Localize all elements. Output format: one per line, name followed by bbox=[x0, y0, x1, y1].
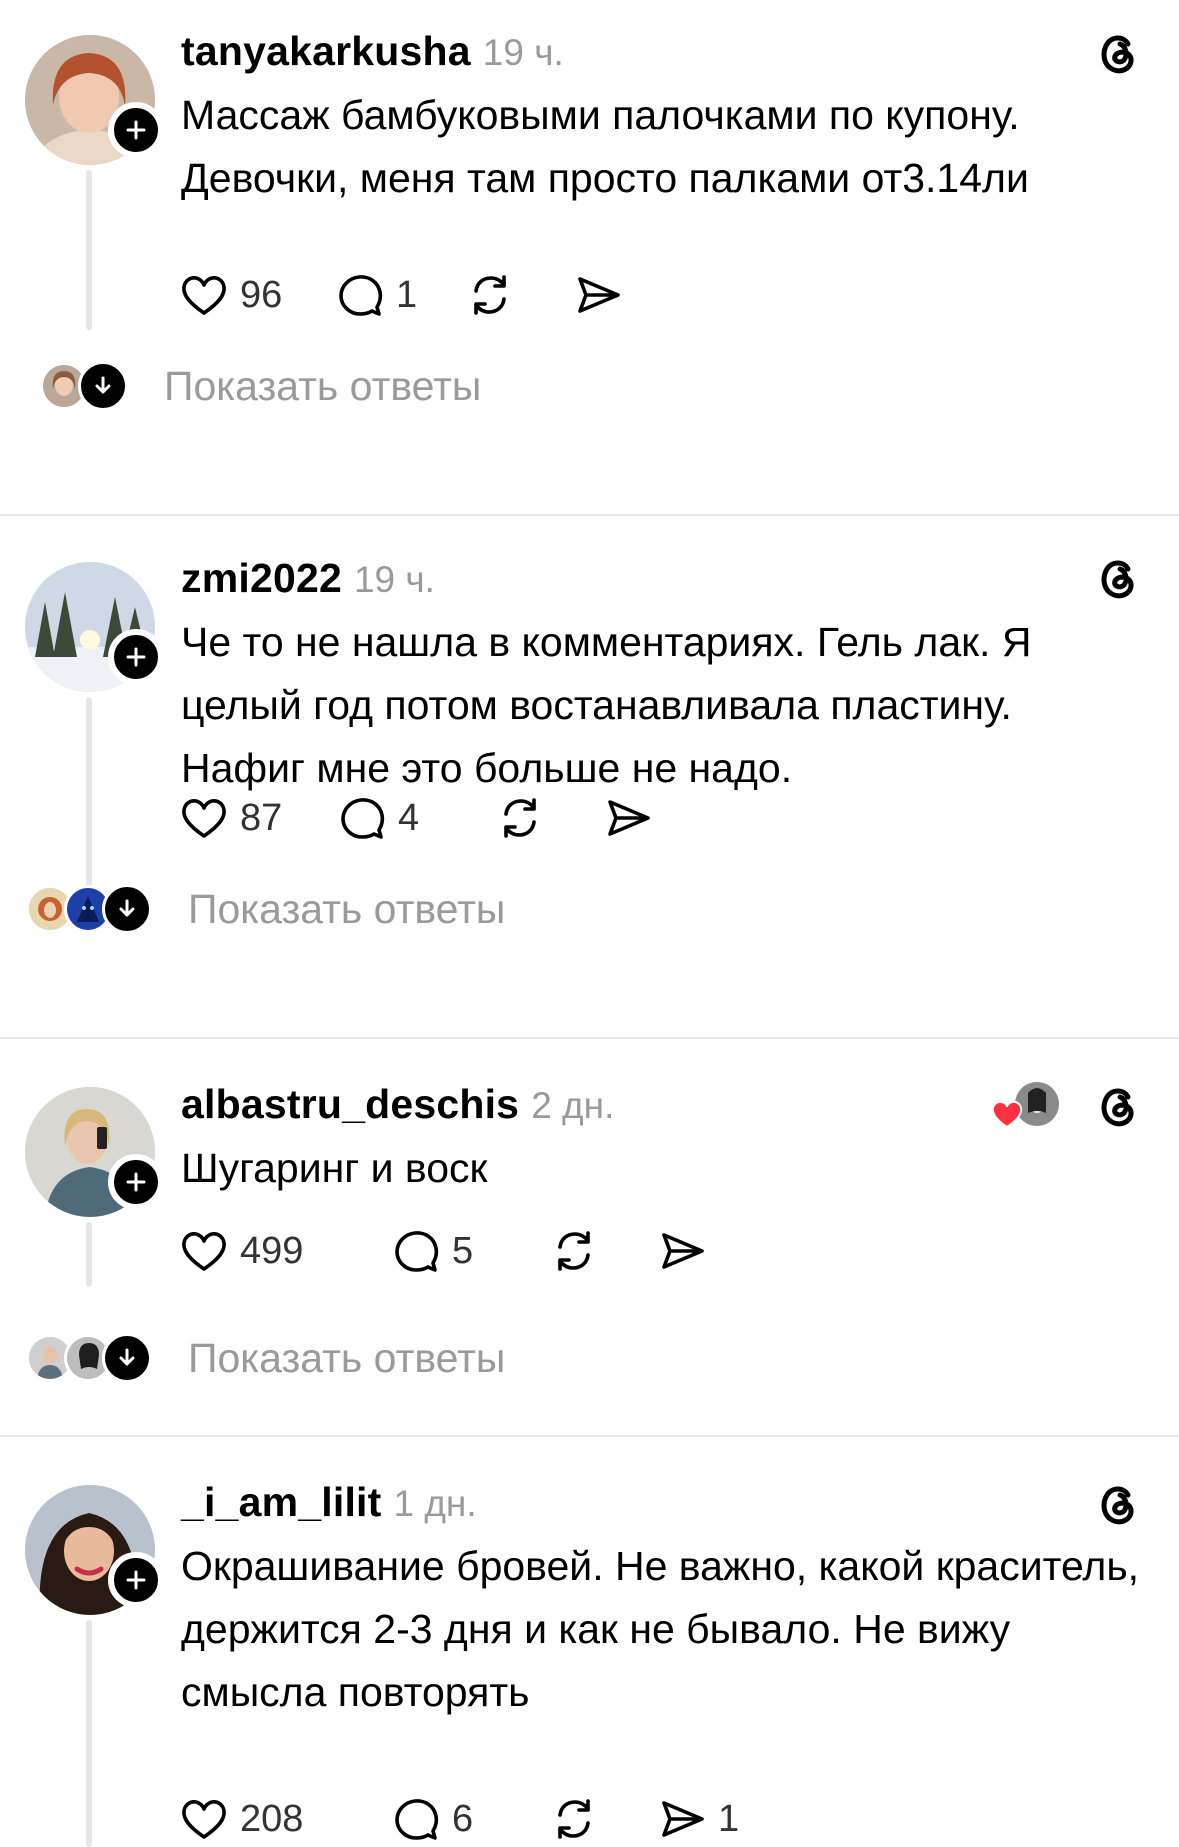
repost-icon bbox=[558, 1799, 590, 1839]
comment-count: 1 bbox=[396, 273, 418, 316]
divider bbox=[0, 1037, 1179, 1039]
follow-button[interactable] bbox=[108, 102, 164, 158]
show-replies-button[interactable]: Показать ответы bbox=[40, 358, 481, 414]
thread-line bbox=[86, 1620, 92, 1847]
heart-icon bbox=[182, 276, 226, 315]
timestamp: 1 дн. bbox=[393, 1483, 477, 1524]
plus-icon bbox=[126, 1172, 146, 1192]
like-button[interactable]: 96 bbox=[178, 267, 334, 323]
heart-icon bbox=[182, 1800, 226, 1839]
action-bar: 499 5 bbox=[178, 1223, 708, 1279]
comment-post: zmi2022 19 ч. Че то не нашла в комментар… bbox=[0, 522, 1179, 1035]
share-button[interactable] bbox=[572, 267, 624, 323]
plus-icon bbox=[126, 120, 146, 140]
show-replies-label: Показать ответы bbox=[188, 885, 506, 932]
post-header: zmi2022 19 ч. bbox=[181, 555, 435, 603]
comment-count: 4 bbox=[398, 796, 420, 839]
action-bar: 87 4 bbox=[178, 790, 654, 846]
follow-button[interactable] bbox=[108, 1154, 164, 1210]
follow-button[interactable] bbox=[108, 1552, 164, 1608]
plus-icon bbox=[126, 647, 146, 667]
repost-button[interactable] bbox=[548, 1223, 656, 1279]
arrow-down-icon bbox=[119, 899, 135, 917]
send-icon bbox=[578, 277, 620, 313]
plus-icon bbox=[126, 1570, 146, 1590]
divider bbox=[0, 514, 1179, 516]
threads-logo-icon[interactable] bbox=[1090, 24, 1146, 80]
like-count: 96 bbox=[240, 273, 283, 316]
comment-button[interactable]: 4 bbox=[336, 790, 494, 846]
like-button[interactable]: 87 bbox=[178, 790, 336, 846]
like-count: 208 bbox=[240, 1797, 304, 1840]
comment-text: Массаж бамбуковыми палочками по купону. … bbox=[181, 92, 1032, 201]
repost-icon bbox=[558, 1231, 590, 1271]
arrow-down-icon bbox=[119, 1348, 135, 1366]
thread-line bbox=[86, 170, 92, 330]
comment-post: tanyakarkusha 19 ч. Массаж бамбуковыми п… bbox=[0, 0, 1179, 437]
comment-bubble-icon bbox=[339, 275, 383, 316]
comment-count: 6 bbox=[452, 1797, 474, 1840]
comment-post: _i_am_lilit 1 дн. Окрашивание бровей. Не… bbox=[0, 1443, 1179, 1847]
send-icon bbox=[662, 1801, 704, 1837]
show-replies-button[interactable]: Показать ответы bbox=[26, 881, 505, 937]
follow-button[interactable] bbox=[108, 629, 164, 685]
like-count: 87 bbox=[240, 796, 283, 839]
comment-bubble-icon bbox=[395, 1231, 439, 1272]
timestamp: 19 ч. bbox=[353, 559, 435, 600]
action-bar: 96 1 bbox=[178, 267, 624, 323]
show-replies-label: Показать ответы bbox=[164, 362, 482, 409]
expand-replies-icon bbox=[78, 361, 128, 411]
username[interactable]: _i_am_lilit bbox=[181, 1479, 381, 1526]
post-header: tanyakarkusha 19 ч. bbox=[181, 28, 564, 76]
liked-by-author-indicator bbox=[991, 1079, 1062, 1135]
thread-line bbox=[86, 1222, 92, 1287]
username[interactable]: albastru_deschis bbox=[181, 1081, 519, 1128]
repost-button[interactable] bbox=[494, 790, 602, 846]
share-button[interactable] bbox=[602, 790, 654, 846]
share-count: 1 bbox=[718, 1797, 740, 1840]
like-count: 499 bbox=[240, 1229, 304, 1272]
comment-button[interactable]: 5 bbox=[390, 1223, 548, 1279]
threads-logo-icon[interactable] bbox=[1090, 1077, 1146, 1133]
post-header: albastru_deschis 2 дн. bbox=[181, 1081, 614, 1129]
heart-icon bbox=[182, 1232, 226, 1271]
expand-replies-icon bbox=[102, 1333, 152, 1383]
like-button[interactable]: 208 bbox=[178, 1791, 390, 1847]
arrow-down-icon bbox=[95, 376, 111, 394]
comment-text: Шугаринг и воск bbox=[181, 1145, 488, 1191]
comment-text: Че то не нашла в комментариях. Гель лак.… bbox=[181, 619, 1043, 791]
timestamp: 19 ч. bbox=[482, 32, 564, 73]
repost-icon bbox=[474, 275, 506, 315]
thread-line bbox=[86, 697, 92, 887]
comment-text: Окрашивание бровей. Не важно, какой крас… bbox=[181, 1543, 1151, 1715]
repost-icon bbox=[504, 798, 536, 838]
username[interactable]: zmi2022 bbox=[181, 555, 342, 602]
comment-button[interactable]: 6 bbox=[390, 1791, 548, 1847]
comment-bubble-icon bbox=[395, 1799, 439, 1840]
username[interactable]: tanyakarkusha bbox=[181, 28, 471, 75]
comment-post: albastru_deschis 2 дн. Шугаринг и воск 4… bbox=[0, 1045, 1179, 1435]
like-button[interactable]: 499 bbox=[178, 1223, 390, 1279]
post-header: _i_am_lilit 1 дн. bbox=[181, 1479, 477, 1527]
comment-bubble-icon bbox=[341, 798, 385, 839]
repost-button[interactable] bbox=[464, 267, 572, 323]
timestamp: 2 дн. bbox=[531, 1085, 615, 1126]
send-icon bbox=[608, 800, 650, 836]
threads-logo-icon[interactable] bbox=[1090, 1475, 1146, 1531]
threads-logo-icon[interactable] bbox=[1090, 549, 1146, 605]
comment-button[interactable]: 1 bbox=[334, 267, 464, 323]
share-button[interactable] bbox=[656, 1223, 708, 1279]
red-heart-icon bbox=[991, 1082, 1059, 1129]
divider bbox=[0, 1435, 1179, 1437]
show-replies-button[interactable]: Показать ответы bbox=[26, 1330, 505, 1386]
repost-button[interactable] bbox=[548, 1791, 656, 1847]
show-replies-label: Показать ответы bbox=[188, 1334, 506, 1381]
expand-replies-icon bbox=[102, 884, 152, 934]
comments-feed: tanyakarkusha 19 ч. Массаж бамбуковыми п… bbox=[0, 0, 1179, 1847]
action-bar: 208 6 1 bbox=[178, 1791, 739, 1847]
share-button[interactable]: 1 bbox=[656, 1791, 739, 1847]
heart-icon bbox=[182, 799, 226, 838]
comment-count: 5 bbox=[452, 1229, 474, 1272]
send-icon bbox=[662, 1233, 704, 1269]
